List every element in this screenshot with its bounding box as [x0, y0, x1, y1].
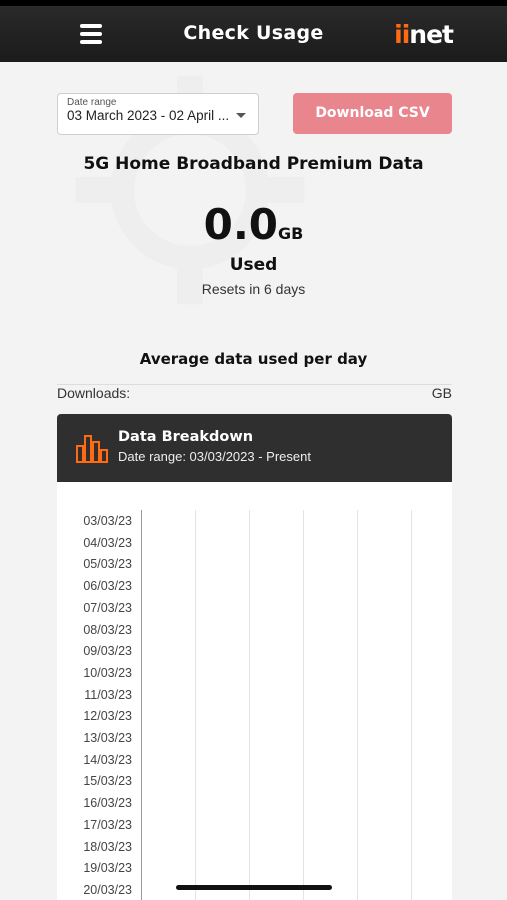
breakdown-subtitle: Date range: 03/03/2023 - Present: [118, 449, 311, 464]
date-tick-label: 18/03/23: [83, 839, 132, 854]
data-breakdown-chart: 03/03/23 04/03/23 05/03/23 06/03/23 07/03/23…: [57, 482, 452, 900]
date-tick-label: 15/03/23: [83, 774, 132, 789]
date-tick-label: 17/03/23: [83, 817, 132, 832]
date-tick-label: 11/03/23: [84, 687, 132, 702]
grid-line: [303, 510, 304, 900]
breakdown-title: Data Breakdown: [118, 429, 254, 445]
used-label: Used: [229, 255, 278, 275]
date-range-select[interactable]: Date range 03 March 2023 - 02 April ...: [57, 93, 259, 135]
date-range-value: 03 March 2023 - 02 April ...: [67, 108, 230, 123]
date-tick-label: 03/03/23: [83, 514, 132, 528]
data-breakdown-header: Data Breakdown Date range: 03/03/2023 - …: [57, 414, 452, 482]
resets-text: Resets in 6 days: [201, 281, 306, 297]
date-range-label: Date range: [67, 97, 117, 108]
chevron-down-icon: [236, 113, 246, 118]
home-indicator: [176, 885, 332, 890]
date-tick-label: 08/03/23: [83, 622, 132, 637]
usage-unit: GB: [278, 224, 304, 243]
date-tick-label: 09/03/23: [83, 644, 132, 659]
y-axis-line: [141, 510, 142, 900]
iinet-logo: iinet: [394, 20, 454, 49]
top-app-bar: Check Usage iinet: [0, 0, 507, 62]
usage-amount: 0.0GB: [0, 202, 507, 248]
grid-line: [195, 510, 196, 900]
date-tick-label: 10/03/23: [83, 665, 132, 680]
grid-line: [249, 510, 250, 900]
plan-name: 5G Home Broadband Premium Data: [83, 154, 424, 174]
grid-line: [411, 510, 412, 900]
date-tick-label: 12/03/23: [83, 709, 132, 724]
downloads-row: Downloads: GB: [57, 384, 452, 405]
bar-chart-icon: [76, 435, 108, 463]
date-tick-label: 06/03/23: [83, 579, 132, 594]
date-tick-label: 20/03/23: [83, 882, 132, 897]
date-tick-label: 05/03/23: [83, 557, 132, 572]
grid-line: [357, 510, 358, 900]
download-csv-button[interactable]: Download CSV: [293, 93, 452, 134]
downloads-unit: GB: [431, 385, 452, 401]
date-tick-label: 13/03/23: [83, 731, 132, 745]
usage-value: 0.0: [203, 200, 279, 249]
date-tick-label: 19/03/23: [83, 861, 132, 876]
date-tick-label: 07/03/23: [83, 600, 132, 615]
average-title: Average data used per day: [139, 350, 368, 368]
date-tick-label: 04/03/23: [83, 535, 132, 550]
date-tick-label: 16/03/23: [83, 796, 132, 811]
downloads-label: Downloads:: [57, 385, 131, 401]
date-tick-label: 14/03/23: [83, 752, 132, 767]
